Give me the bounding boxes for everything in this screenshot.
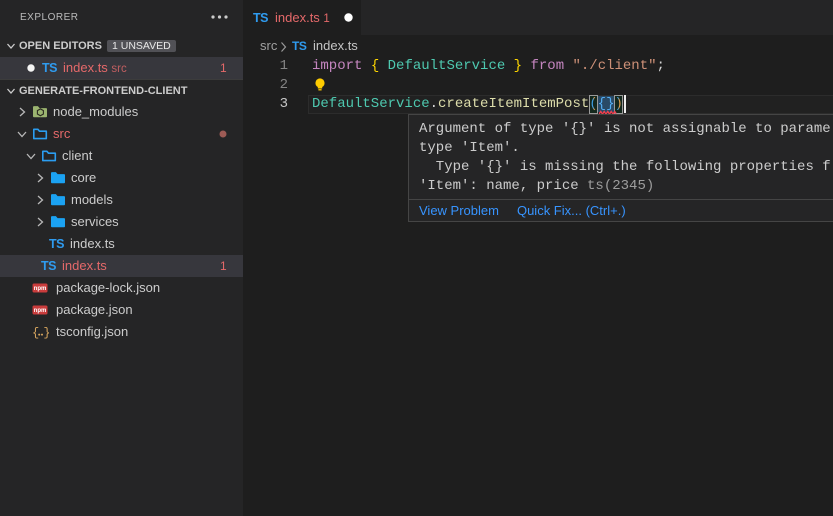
svg-text:}: } — [43, 326, 49, 340]
svg-text:npm: npm — [34, 308, 47, 314]
svg-text:{: { — [32, 326, 39, 340]
svg-text:npm: npm — [34, 286, 47, 292]
